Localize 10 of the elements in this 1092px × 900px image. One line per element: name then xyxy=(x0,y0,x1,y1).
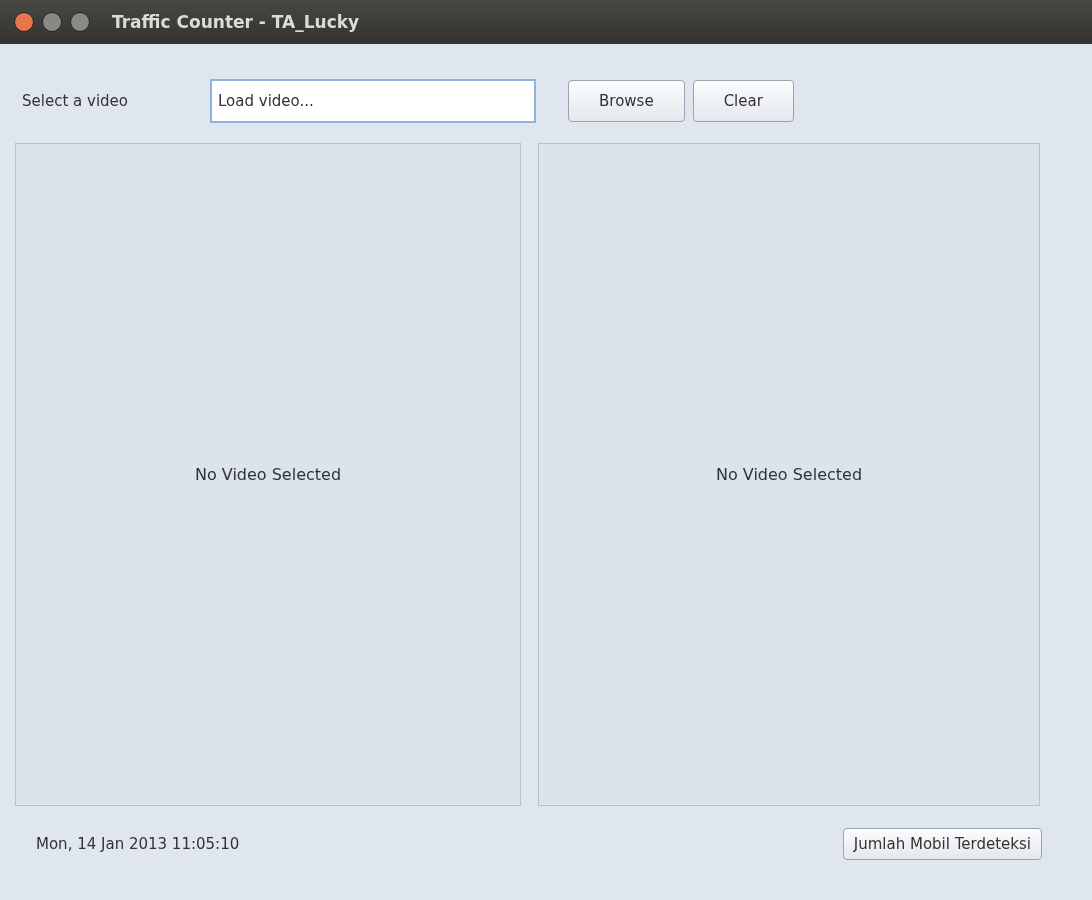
window-title: Traffic Counter - TA_Lucky xyxy=(112,12,360,32)
field-label: Select a video xyxy=(22,92,129,110)
count-button[interactable]: Jumlah Mobil Terdeteksi xyxy=(842,828,1042,860)
panel-message: No Video Selected xyxy=(715,465,863,484)
panel-message: No Video Selected xyxy=(194,465,342,484)
clear-button[interactable]: Clear xyxy=(692,80,794,122)
close-icon[interactable] xyxy=(14,12,34,32)
browse-button[interactable]: Browse xyxy=(568,80,685,122)
date-time: Mon, 14 Jan 2013 11:05:10 xyxy=(36,835,240,853)
video-path-field[interactable]: Load video... xyxy=(210,79,536,123)
